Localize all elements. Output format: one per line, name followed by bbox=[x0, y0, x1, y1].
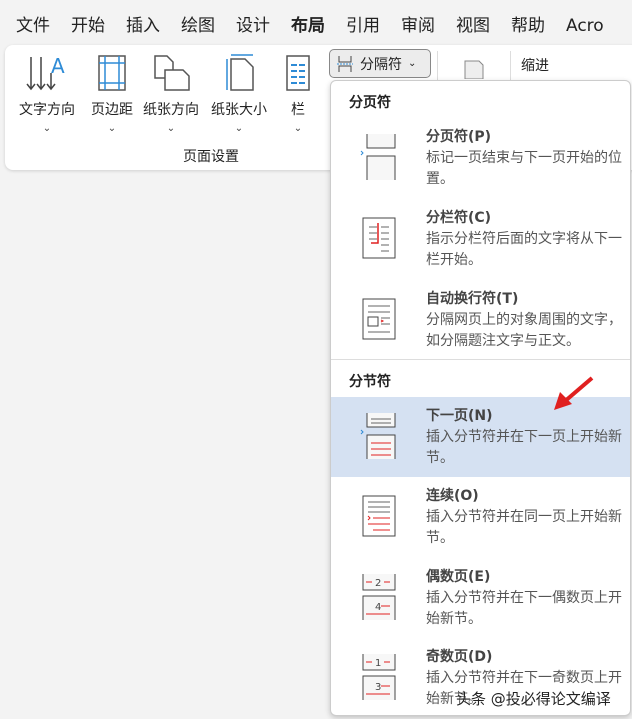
menu-item-page-break[interactable]: 分页符(P) 标记一页结束与下一页开始的位置。 bbox=[331, 118, 630, 198]
margins-icon bbox=[98, 55, 126, 91]
paper-size-icon bbox=[226, 54, 254, 91]
odd-page-icon: 13 bbox=[362, 654, 396, 700]
item-title: 下一页(N) bbox=[426, 408, 493, 424]
continuous-icon bbox=[362, 495, 396, 537]
section-breaks-header: 分节符 bbox=[349, 374, 391, 390]
svg-text:1: 1 bbox=[375, 658, 381, 669]
orientation-icon bbox=[154, 55, 190, 91]
orientation-button[interactable]: 纸张方向 ⌄ bbox=[143, 53, 199, 134]
item-title: 分栏符(C) bbox=[426, 210, 492, 226]
item-desc: 插入分节符并在同一页上开始新节。 bbox=[426, 509, 622, 546]
chevron-down-icon: ⌄ bbox=[107, 123, 117, 134]
columns-icon bbox=[286, 55, 310, 91]
breaks-label: 分隔符 bbox=[360, 56, 402, 73]
item-title: 偶数页(E) bbox=[426, 569, 491, 585]
tab-layout[interactable]: 布局 bbox=[291, 12, 325, 48]
page-setup-group-label: 页面设置 bbox=[183, 149, 239, 165]
item-title: 分页符(P) bbox=[426, 129, 492, 145]
svg-text:4: 4 bbox=[375, 602, 381, 613]
item-desc: 标记一页结束与下一页开始的位置。 bbox=[426, 150, 622, 187]
breaks-icon bbox=[337, 55, 353, 72]
tab-view[interactable]: 视图 bbox=[456, 12, 490, 44]
item-title: 自动换行符(T) bbox=[426, 291, 519, 307]
item-desc: 分隔网页上的对象周围的文字，如分隔题注文字与正文。 bbox=[426, 312, 622, 349]
breaks-button[interactable]: 分隔符 ⌄ bbox=[329, 49, 431, 78]
tab-review[interactable]: 审阅 bbox=[401, 12, 435, 44]
column-break-icon bbox=[362, 217, 396, 259]
tab-draw[interactable]: 绘图 bbox=[181, 12, 215, 44]
page-breaks-header: 分页符 bbox=[349, 95, 391, 111]
item-title: 奇数页(D) bbox=[426, 649, 493, 665]
page-break-icon bbox=[360, 134, 396, 180]
tab-design[interactable]: 设计 bbox=[236, 12, 270, 44]
tab-references[interactable]: 引用 bbox=[346, 12, 380, 44]
svg-text:A: A bbox=[51, 54, 65, 78]
chevron-down-icon: ⌄ bbox=[234, 123, 244, 134]
columns-button[interactable]: 栏 ⌄ bbox=[285, 53, 311, 134]
text-direction-button[interactable]: A 文字方向 ⌄ bbox=[19, 53, 75, 134]
tab-file[interactable]: 文件 bbox=[16, 12, 50, 44]
menu-item-column-break[interactable]: 分栏符(C) 指示分栏符后面的文字将从下一栏开始。 bbox=[331, 199, 630, 279]
item-desc: 插入分节符并在下一页上开始新节。 bbox=[426, 429, 622, 466]
red-arrow-annotation bbox=[554, 376, 594, 410]
chevron-down-icon: ⌄ bbox=[42, 123, 52, 134]
tab-help[interactable]: 帮助 bbox=[511, 12, 545, 44]
margins-button[interactable]: 页边距 ⌄ bbox=[91, 53, 133, 134]
item-desc: 指示分栏符后面的文字将从下一栏开始。 bbox=[426, 231, 622, 268]
size-label: 纸张大小 bbox=[211, 102, 267, 118]
menu-item-even-page[interactable]: 24 偶数页(E) 插入分节符并在下一偶数页上开始新节。 bbox=[331, 558, 630, 638]
orientation-label: 纸张方向 bbox=[143, 102, 199, 118]
chevron-down-icon: ⌄ bbox=[293, 123, 303, 134]
margins-label: 页边距 bbox=[91, 102, 133, 118]
text-direction-label: 文字方向 bbox=[19, 102, 75, 118]
tab-insert[interactable]: 插入 bbox=[126, 12, 160, 44]
item-desc: 插入分节符并在下一偶数页上开始新节。 bbox=[426, 590, 622, 627]
size-button[interactable]: 纸张大小 ⌄ bbox=[211, 53, 267, 134]
svg-text:3: 3 bbox=[375, 682, 381, 693]
hyphenation-icon bbox=[464, 60, 484, 79]
chevron-down-icon: ⌄ bbox=[166, 123, 176, 134]
svg-text:2: 2 bbox=[375, 578, 381, 589]
next-page-icon bbox=[360, 413, 396, 459]
item-title: 连续(O) bbox=[426, 488, 479, 504]
ribbon-tabs: 文件 开始 插入 绘图 设计 布局 引用 审阅 视图 帮助 Acro bbox=[0, 12, 609, 48]
text-wrapping-icon bbox=[362, 298, 396, 340]
watermark: 头条 @投必得论文编译 bbox=[456, 690, 611, 708]
chevron-down-icon: ⌄ bbox=[408, 58, 417, 69]
menu-item-continuous[interactable]: 连续(O) 插入分节符并在同一页上开始新节。 bbox=[331, 477, 630, 557]
columns-label: 栏 bbox=[291, 102, 305, 118]
text-direction-icon: A bbox=[26, 54, 65, 91]
indent-label: 缩进 bbox=[521, 58, 549, 74]
menu-item-text-wrapping[interactable]: 自动换行符(T) 分隔网页上的对象周围的文字，如分隔题注文字与正文。 bbox=[331, 280, 630, 360]
tab-acrobat[interactable]: Acro bbox=[566, 12, 604, 44]
tab-home[interactable]: 开始 bbox=[71, 12, 105, 44]
divider bbox=[331, 359, 630, 360]
even-page-icon: 24 bbox=[362, 574, 396, 620]
